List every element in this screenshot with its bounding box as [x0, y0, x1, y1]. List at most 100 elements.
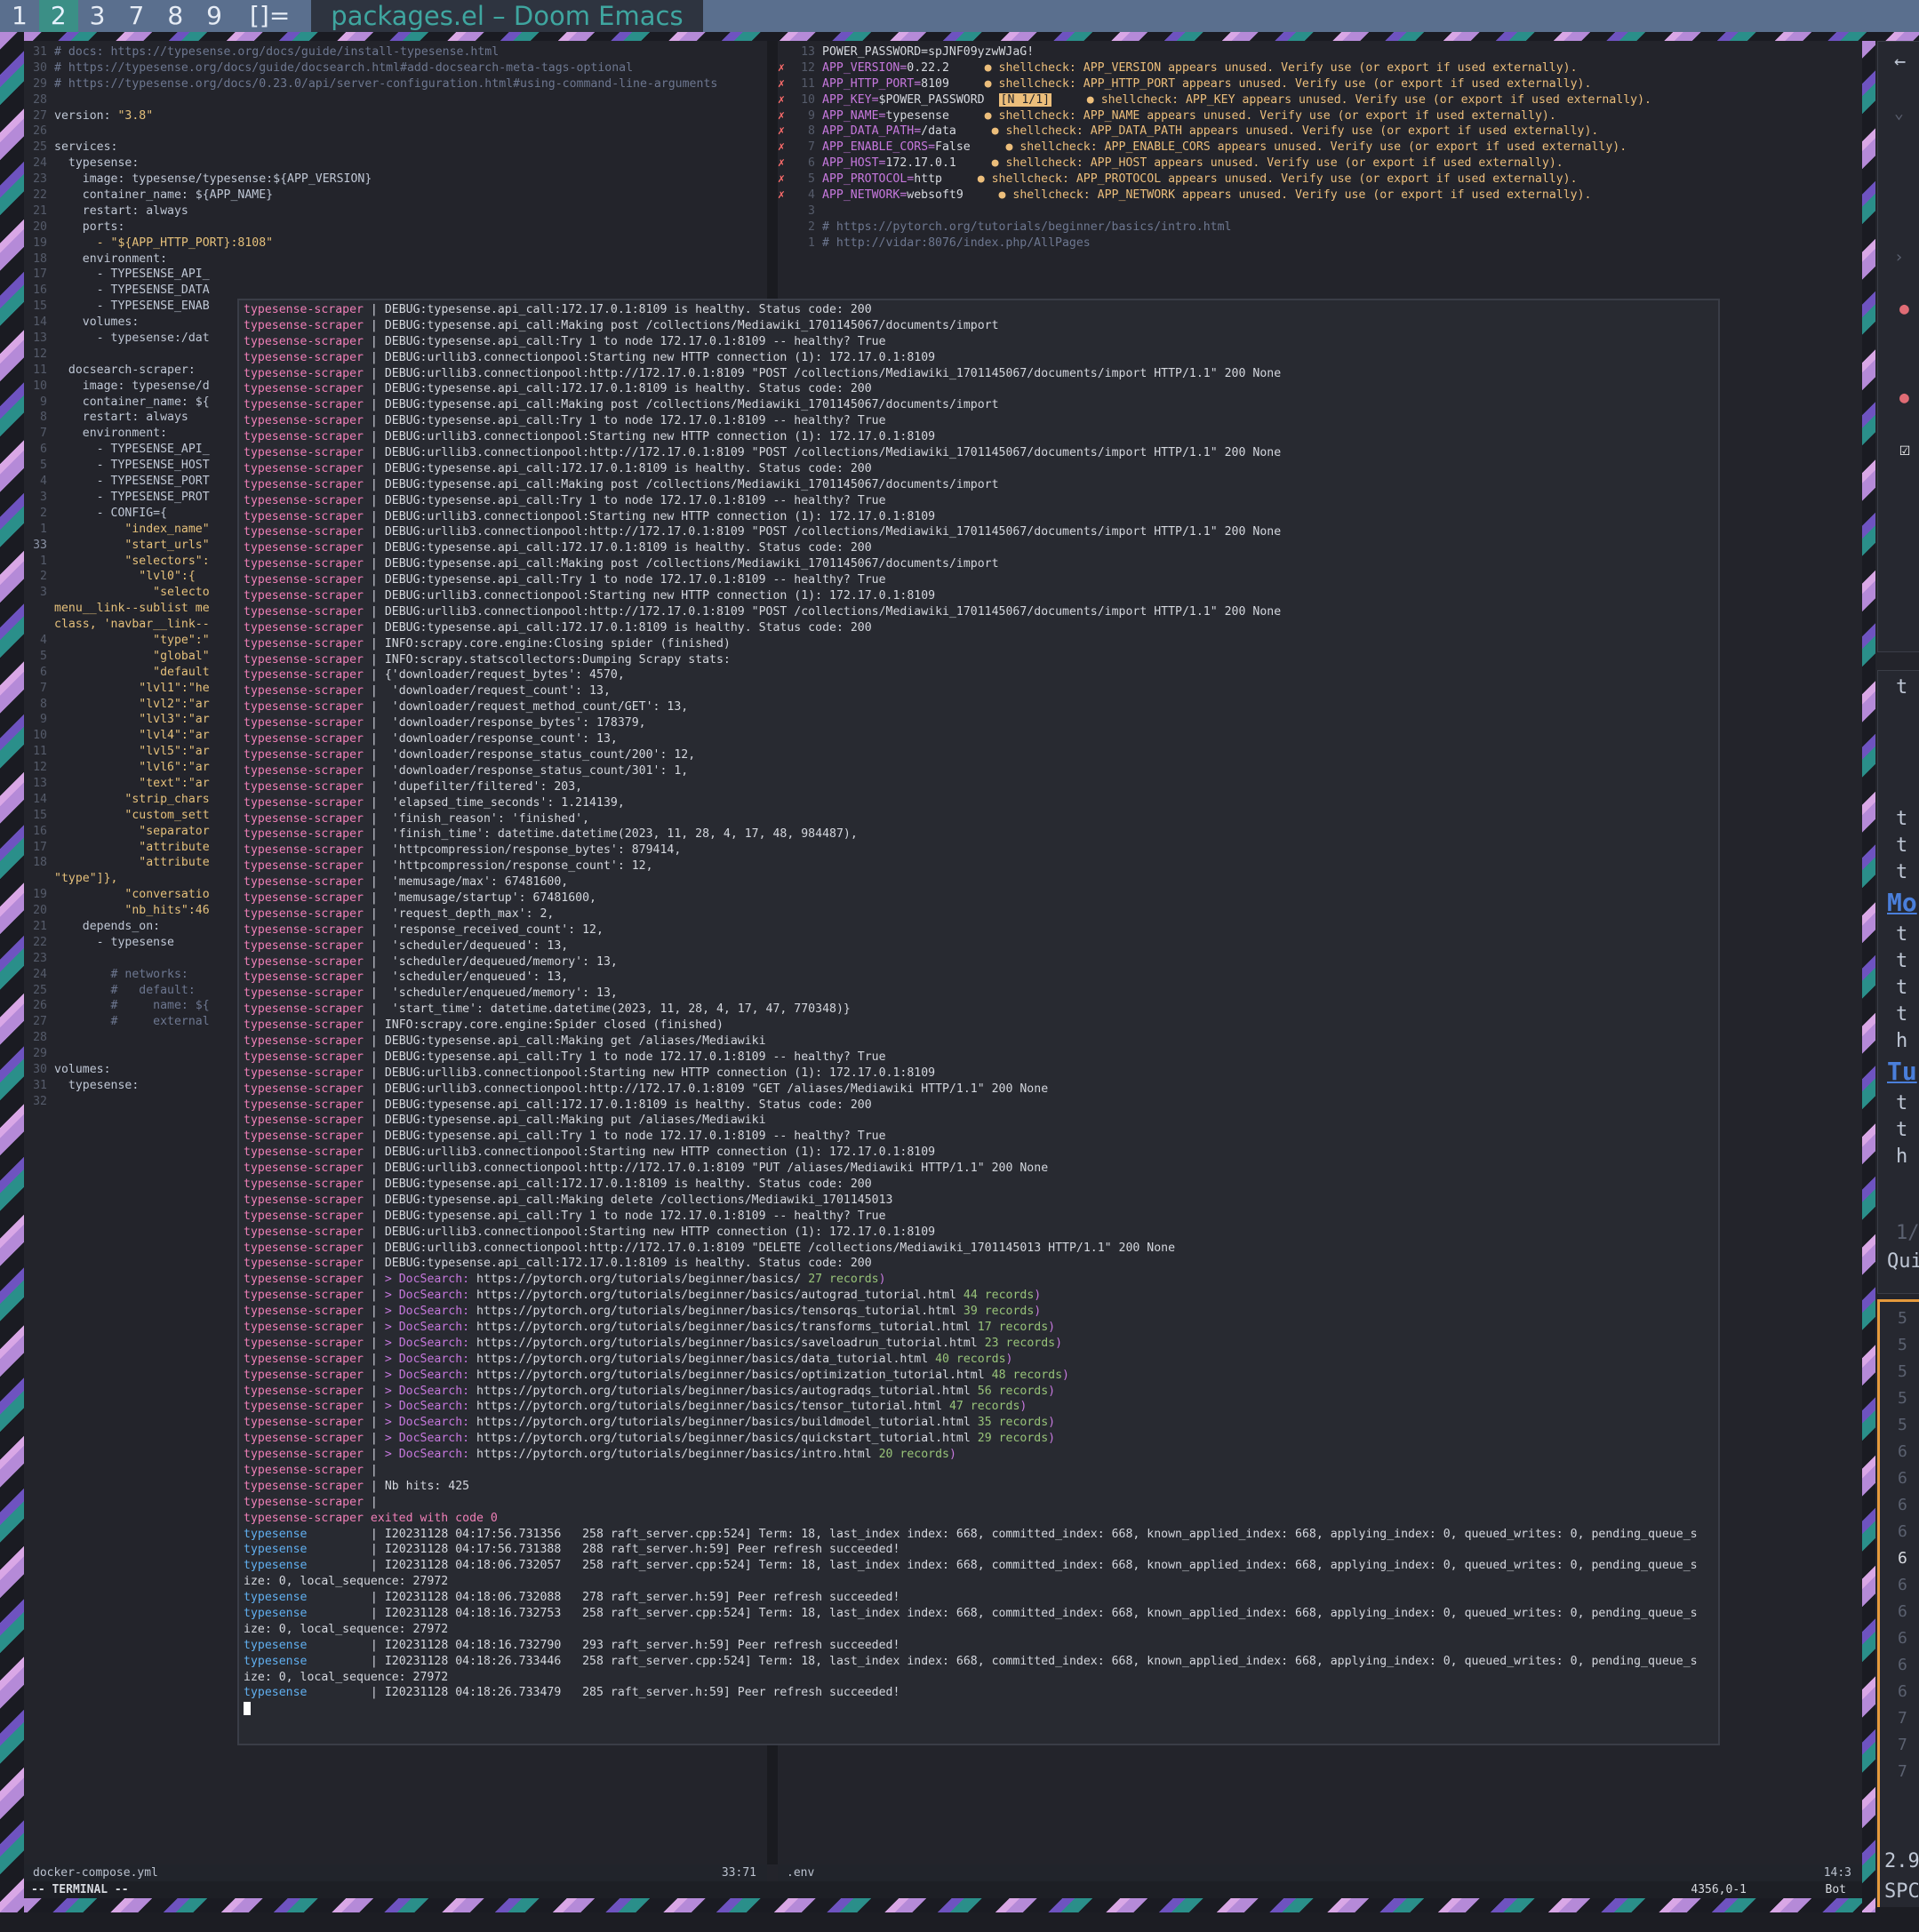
terminal-line: typesense-scraper | 'downloader/response… — [244, 747, 696, 762]
side-heading-tu[interactable]: Tu — [1887, 1057, 1917, 1086]
line-number: 2 — [40, 570, 47, 584]
docsearch-prefix: > DocSearch: — [384, 1273, 477, 1287]
log-message: DEBUG:typesense.api_call:Try 1 to node 1… — [384, 414, 886, 428]
terminal-line: typesense | I20231128 04:18:26.733479 28… — [244, 1686, 900, 1700]
chevron-right-icon[interactable]: › — [1894, 248, 1904, 267]
code-text: environment: — [54, 251, 168, 266]
terminal-line: typesense-scraper | DEBUG:typesense.api_… — [244, 493, 886, 507]
terminal-line: typesense-scraper | 'httpcompression/res… — [244, 859, 653, 874]
log-message: 'downloader/response_bytes': 178379, — [384, 716, 646, 730]
log-message: DEBUG:typesense.api_call:Try 1 to node 1… — [384, 493, 886, 507]
line-number: 3 — [40, 586, 47, 600]
service-name: typesense-scraper — [244, 1066, 364, 1080]
code-text: "lvl1":"he — [54, 681, 210, 695]
exit-message: typesense-scraper exited with code 0 — [244, 1511, 498, 1525]
line-number: 11 — [801, 76, 815, 91]
check-box-icon[interactable]: ☑ — [1899, 438, 1910, 459]
side-line-number: 7 — [1898, 1736, 1907, 1754]
side-text: h — [1896, 1146, 1908, 1168]
workspace-9[interactable]: 9 — [195, 0, 234, 32]
service-name: typesense-scraper — [244, 557, 364, 571]
terminal-line: typesense-scraper | > DocSearch: https:/… — [244, 1432, 1056, 1446]
chevron-down-icon[interactable]: ⌄ — [1894, 104, 1904, 123]
line-number: 22 — [33, 188, 47, 203]
terminal-line: typesense-scraper | DEBUG:typesense.api_… — [244, 573, 886, 587]
echo-area: -- TERMINAL -- 4356,0-1 Bot — [24, 1881, 1862, 1898]
code-text: # default: — [54, 983, 196, 997]
line-number: 9 — [40, 395, 47, 409]
log-message: DEBUG:typesense.api_call:172.17.0.1:8109… — [384, 1098, 872, 1112]
warning-dot-icon: ● — [984, 108, 992, 123]
workspace-3[interactable]: 3 — [78, 0, 117, 32]
terminal-line: typesense-scraper | DEBUG:typesense.api_… — [244, 414, 886, 428]
workspace-8[interactable]: 8 — [156, 0, 195, 32]
log-message: DEBUG:urllib3.connectionpool:Starting ne… — [384, 509, 936, 523]
terminal-prompt[interactable] — [239, 1701, 1718, 1717]
docsearch-prefix: > DocSearch: — [384, 1305, 477, 1319]
log-message: DEBUG:urllib3.connectionpool:http://172.… — [384, 1241, 1176, 1255]
workspace-2[interactable]: 2 — [38, 0, 78, 32]
env-value: False — [935, 140, 971, 155]
log-message: 'elapsed_time_seconds': 1.214139, — [384, 795, 625, 810]
terminal-popup[interactable]: typesense-scraper | DEBUG:typesense.api_… — [237, 299, 1720, 1745]
log-message: DEBUG:typesense.api_call:172.17.0.1:8109… — [384, 303, 872, 316]
code-text: - typesense — [54, 935, 174, 949]
log-message: 'finish_time': datetime.datetime(2023, 1… — [384, 827, 858, 842]
code-text: - typesense:/dat — [54, 331, 210, 346]
record-count: 48 records — [991, 1368, 1063, 1382]
log-message: 'scheduler/enqueued/memory': 13, — [384, 986, 618, 1001]
wallpaper-bottom — [24, 1898, 1875, 1912]
terminal-line: typesense-scraper | 'memusage/startup': … — [244, 890, 596, 905]
line-number: 3 — [40, 490, 47, 504]
line-number: 12 — [33, 761, 47, 775]
layout-indicator[interactable]: []= — [234, 0, 306, 32]
side-heading-mo[interactable]: Mo — [1887, 888, 1917, 917]
service-name: typesense-scraper — [244, 1114, 364, 1128]
log-message: DEBUG:typesense.api_call:172.17.0.1:8109… — [384, 1257, 872, 1271]
code-text: "lvl4":"ar — [54, 729, 210, 743]
code-text: # external — [54, 1015, 210, 1029]
code-text: "text":"ar — [54, 776, 210, 790]
terminal-line: typesense-scraper | DEBUG:urllib3.connec… — [244, 604, 1282, 619]
code-text: volumes: — [54, 1063, 111, 1076]
line-number: 4 — [40, 633, 47, 647]
side-pane-bottom[interactable]: 5 5 5 5 5 6 6 6 6 6 6 6 6 6 6 7 7 7 — [1877, 1299, 1919, 1907]
log-message: DEBUG:urllib3.connectionpool:Starting ne… — [384, 350, 936, 364]
gutter — [778, 236, 792, 251]
line-number: 29 — [33, 76, 47, 91]
terminal-line: typesense-scraper | Nb hits: 425 — [244, 1479, 470, 1493]
workspace-7[interactable]: 7 — [116, 0, 156, 32]
service-name: typesense-scraper — [244, 1209, 364, 1223]
code-text: "custom_sett — [54, 808, 210, 822]
service-name: typesense — [244, 1527, 364, 1541]
service-name: typesense — [244, 1559, 364, 1573]
back-arrow-icon[interactable]: ← — [1894, 51, 1906, 73]
lint-error-icon: ✗ — [778, 156, 785, 171]
line-number: 23 — [33, 172, 47, 187]
service-name: typesense — [244, 1591, 364, 1605]
terminal-cursor[interactable] — [244, 1701, 251, 1715]
workspace-1[interactable]: 1 — [0, 0, 39, 32]
lint-error-icon: ✗ — [778, 188, 785, 203]
terminal-line: typesense-scraper | 'finish_reason': 'fi… — [244, 811, 590, 826]
terminal-line: typesense-scraper | DEBUG:typesense.api_… — [244, 461, 872, 475]
code-text: # networks: — [54, 967, 188, 981]
env-key: APP_DATA_PATH= — [822, 124, 922, 139]
shellcheck-warning: shellcheck: APP_PROTOCOL appears unused.… — [984, 172, 1578, 187]
docsearch-url: https://pytorch.org/tutorials/beginner/b… — [476, 1305, 963, 1319]
code-line: 30 # https://typesense.org/docs/guide/doc… — [24, 60, 767, 76]
log-message: I20231128 04:18:06.732088 278 raft_serve… — [384, 1591, 900, 1605]
line-number: 2 — [40, 506, 47, 520]
terminal-line: typesense-scraper | DEBUG:urllib3.connec… — [244, 350, 936, 364]
line-number: 19 — [33, 236, 47, 250]
env-line: ✗ 7 APP_ENABLE_CORS=False ● shellcheck: AP… — [778, 140, 1862, 156]
service-name: typesense — [244, 1607, 364, 1621]
service-name: typesense-scraper — [244, 318, 364, 332]
terminal-line: typesense-scraper | DEBUG:typesense.api_… — [244, 477, 999, 491]
code-text: # https://typesense.org/docs/0.23.0/api/… — [54, 76, 718, 91]
wallpaper-left — [0, 32, 24, 1912]
lint-error-icon: ✗ — [778, 92, 785, 107]
side-pane-top[interactable]: ← ⌄ › ● ● ☑ — [1877, 41, 1919, 652]
terminal-line: typesense | I20231128 04:18:26.733446 25… — [244, 1654, 1698, 1668]
env-key: APP_KEY= — [822, 92, 879, 107]
